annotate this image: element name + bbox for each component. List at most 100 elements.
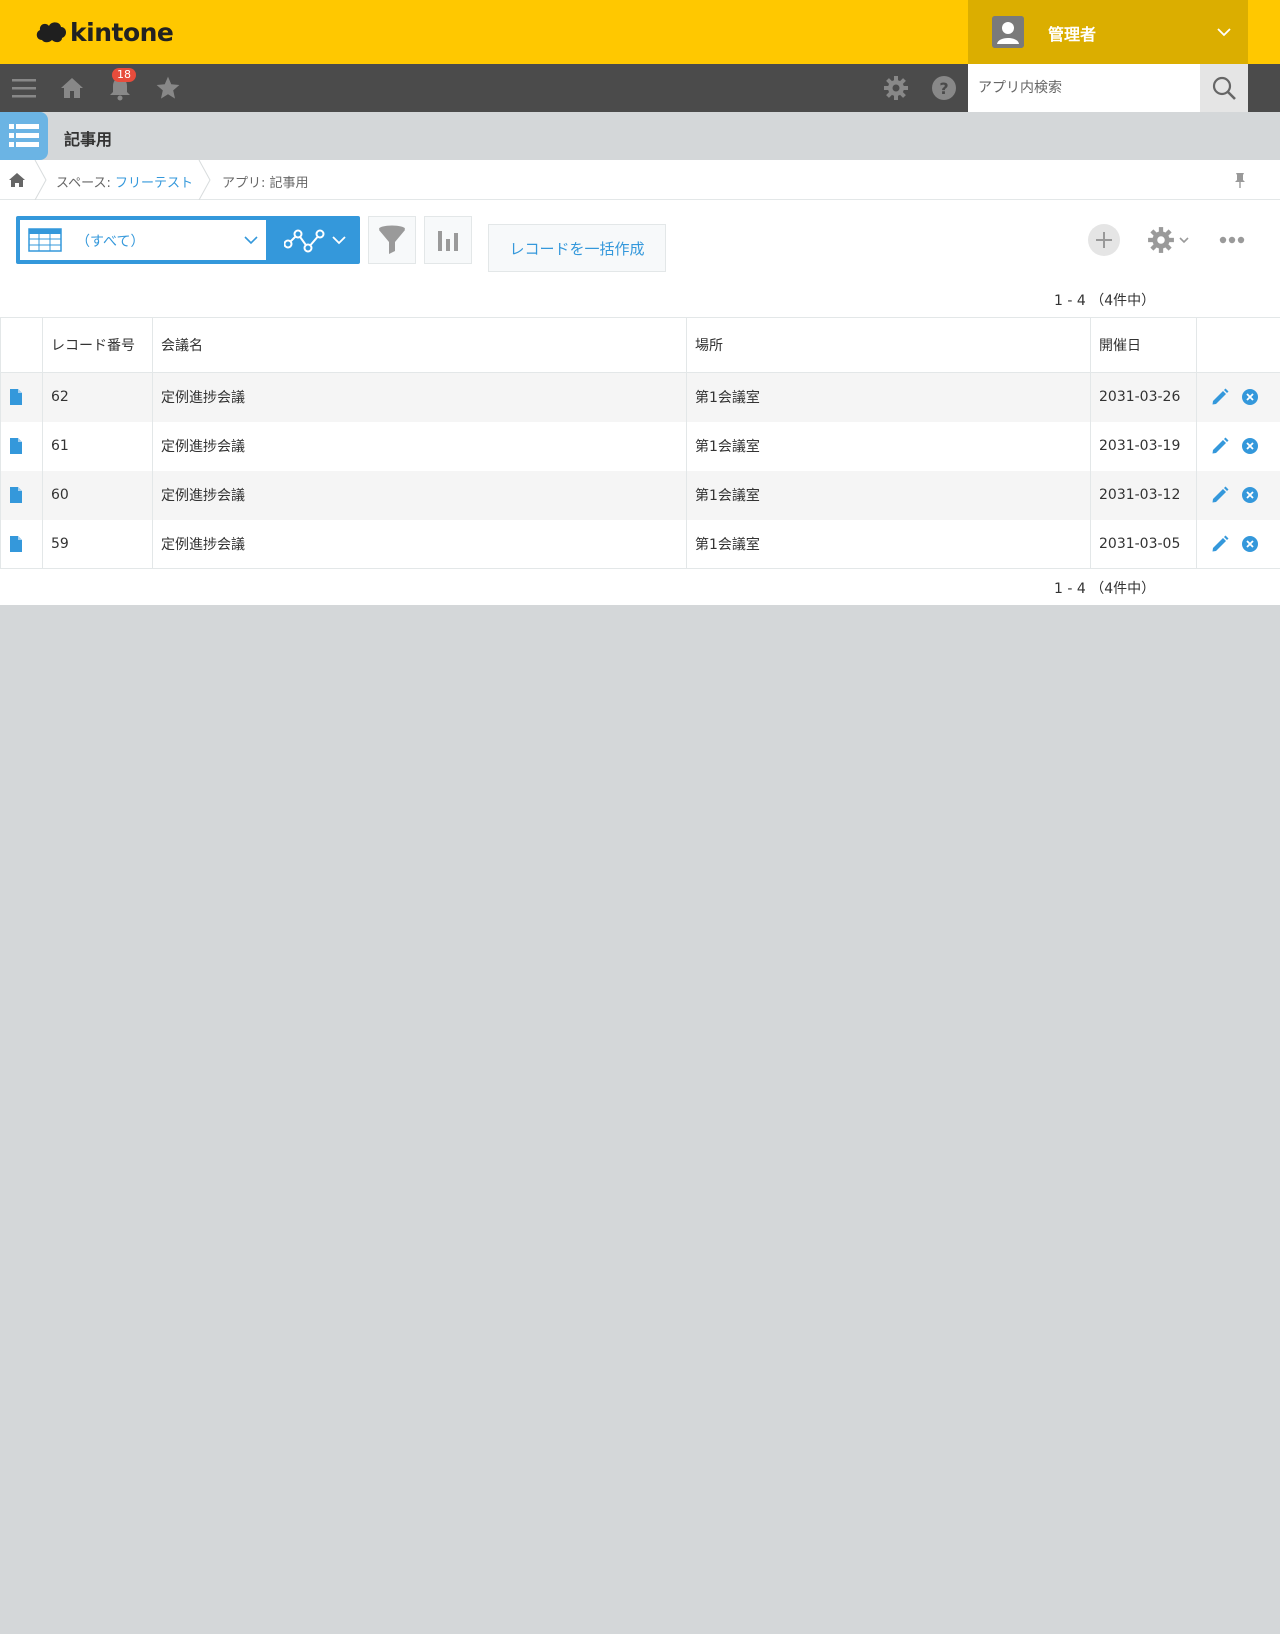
bulk-create-button[interactable]: レコードを一括作成 xyxy=(488,224,666,272)
home-icon[interactable] xyxy=(8,172,26,188)
detail-link[interactable] xyxy=(0,470,43,520)
notification-badge: 18 xyxy=(112,68,136,82)
breadcrumb-space-prefix: スペース: xyxy=(56,176,115,191)
document-icon xyxy=(10,535,22,552)
top-header: kintone 管理者 xyxy=(0,0,1280,64)
breadcrumb-separator xyxy=(34,160,47,200)
filter-icon xyxy=(379,225,405,254)
plus-icon xyxy=(1096,232,1112,248)
column-header-record-number[interactable]: レコード番号 xyxy=(42,317,153,373)
row-actions xyxy=(1196,470,1280,520)
star-icon[interactable] xyxy=(152,72,184,104)
row-actions xyxy=(1196,372,1280,422)
view-dropdown[interactable]: （すべて） xyxy=(20,220,266,260)
edit-icon[interactable] xyxy=(1211,535,1229,553)
breadcrumb-space: スペース: フリーテスト xyxy=(56,172,193,191)
record-number: 62 xyxy=(42,372,153,422)
meeting-date: 2031-03-19 xyxy=(1090,421,1197,471)
meeting-name: 定例進捗会議 xyxy=(152,519,687,569)
graph-button[interactable] xyxy=(424,216,472,264)
user-icon xyxy=(992,16,1024,48)
place: 第1会議室 xyxy=(686,519,1091,569)
column-header-detail xyxy=(0,317,43,373)
app-list-icon[interactable] xyxy=(0,112,48,160)
table-row: 62 定例進捗会議 第1会議室 2031-03-26 xyxy=(0,372,1280,422)
help-icon[interactable]: ? xyxy=(928,72,960,104)
menu-icon[interactable] xyxy=(8,72,40,104)
row-actions xyxy=(1196,519,1280,569)
breadcrumb-separator xyxy=(198,160,211,200)
edit-icon[interactable] xyxy=(1211,486,1229,504)
chevron-down-icon xyxy=(1217,28,1231,37)
detail-link[interactable] xyxy=(0,372,43,422)
meeting-date: 2031-03-05 xyxy=(1090,519,1197,569)
place: 第1会議室 xyxy=(686,372,1091,422)
graph-icon[interactable] xyxy=(284,228,326,254)
detail-link[interactable] xyxy=(0,519,43,569)
add-record-button[interactable] xyxy=(1088,224,1120,256)
avatar xyxy=(992,16,1024,48)
delete-icon[interactable] xyxy=(1241,437,1259,455)
table-row: 61 定例進捗会議 第1会議室 2031-03-19 xyxy=(0,421,1280,471)
app-header xyxy=(0,112,1280,160)
view-selector[interactable]: （すべて） xyxy=(16,216,360,264)
meeting-date: 2031-03-26 xyxy=(1090,372,1197,422)
pin-icon[interactable] xyxy=(1232,172,1248,188)
detail-link[interactable] xyxy=(0,421,43,471)
meeting-name: 定例進捗会議 xyxy=(152,470,687,520)
record-number: 60 xyxy=(42,470,153,520)
edit-icon[interactable] xyxy=(1211,437,1229,455)
record-list-panel: （すべて） レコードを一括作成 1 - 4 （4件中） レコード番号 会議名 場… xyxy=(0,200,1280,605)
record-number: 59 xyxy=(42,519,153,569)
table-row: 59 定例進捗会議 第1会議室 2031-03-05 xyxy=(0,519,1280,569)
table-row: 60 定例進捗会議 第1会議室 2031-03-12 xyxy=(0,470,1280,520)
breadcrumb-app: アプリ: 記事用 xyxy=(222,176,309,191)
more-icon xyxy=(1219,236,1245,244)
chart-icon xyxy=(438,231,458,251)
search-button[interactable] xyxy=(1200,64,1248,112)
app-settings-button[interactable] xyxy=(1144,224,1192,256)
kintone-logo[interactable]: kintone xyxy=(34,16,174,48)
records-table: レコード番号 会議名 場所 開催日 62 定例進捗会議 第1会議室 2031-0… xyxy=(0,317,1280,569)
nav-fill xyxy=(1248,64,1280,112)
meeting-name: 定例進捗会議 xyxy=(152,421,687,471)
user-name: 管理者 xyxy=(1048,25,1097,44)
column-header-actions xyxy=(1196,317,1280,373)
app-title: 記事用 xyxy=(64,130,113,149)
logo-text: kintone xyxy=(70,17,174,47)
document-icon xyxy=(10,438,22,454)
user-menu[interactable]: 管理者 xyxy=(968,0,1248,64)
table-view-icon xyxy=(28,228,62,252)
breadcrumb: スペース: フリーテスト アプリ: 記事用 xyxy=(0,160,1280,200)
place: 第1会議室 xyxy=(686,421,1091,471)
chevron-down-icon xyxy=(244,236,258,245)
gear-icon[interactable] xyxy=(880,72,912,104)
gear-icon xyxy=(1148,227,1174,253)
delete-icon[interactable] xyxy=(1241,535,1259,553)
record-number: 61 xyxy=(42,421,153,471)
search-icon xyxy=(1212,76,1236,100)
column-header-meeting-name[interactable]: 会議名 xyxy=(152,317,687,373)
pager-bottom: 1 - 4 （4件中） xyxy=(1054,581,1156,597)
home-icon[interactable] xyxy=(56,72,88,104)
table-header-row: レコード番号 会議名 場所 開催日 xyxy=(0,317,1280,373)
filter-button[interactable] xyxy=(368,216,416,264)
document-icon xyxy=(10,389,22,406)
cloud-logo-icon xyxy=(36,22,67,43)
delete-icon[interactable] xyxy=(1241,388,1259,406)
more-options-button[interactable] xyxy=(1216,224,1248,256)
edit-icon[interactable] xyxy=(1211,388,1229,406)
meeting-date: 2031-03-12 xyxy=(1090,470,1197,520)
delete-icon[interactable] xyxy=(1241,486,1259,504)
chevron-down-icon xyxy=(1179,237,1189,244)
column-header-place[interactable]: 場所 xyxy=(686,317,1091,373)
chevron-down-icon[interactable] xyxy=(332,234,346,246)
pager-top: 1 - 4 （4件中） xyxy=(1054,293,1156,309)
app-search-input[interactable] xyxy=(968,64,1200,112)
svg-text:?: ? xyxy=(939,79,948,98)
column-header-date[interactable]: 開催日 xyxy=(1090,317,1197,373)
document-icon xyxy=(10,487,22,503)
meeting-name: 定例進捗会議 xyxy=(152,372,687,422)
view-label: （すべて） xyxy=(76,234,145,250)
breadcrumb-space-link[interactable]: フリーテスト xyxy=(115,176,193,191)
